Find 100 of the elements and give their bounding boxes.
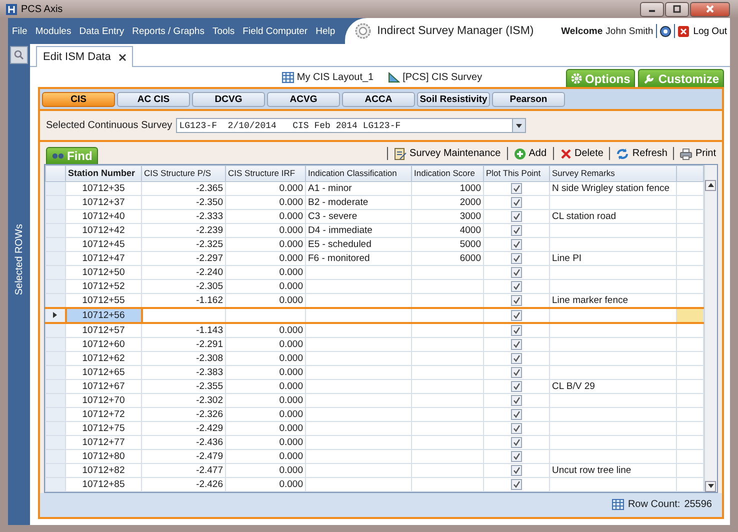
maximize-icon — [673, 5, 681, 13]
checkbox[interactable] — [511, 324, 522, 336]
survey-tab[interactable]: ACCA — [342, 92, 415, 106]
table-cell: 10712+50 — [66, 265, 142, 280]
checkbox[interactable] — [511, 294, 522, 306]
table-cell: 6000 — [412, 251, 484, 266]
survey-dropdown[interactable]: LG123-F 2/10/2014 CIS Feb 2014 LG123-F — [176, 118, 526, 133]
column-header[interactable]: Indication Classification — [306, 165, 412, 182]
checkbox[interactable] — [511, 224, 522, 236]
table-cell: -2.477 — [142, 463, 226, 478]
close-button[interactable] — [690, 2, 730, 16]
add-button[interactable]: Add — [512, 148, 549, 160]
checkbox[interactable] — [511, 280, 522, 292]
menu-item[interactable]: Help — [312, 26, 340, 36]
column-header[interactable]: CIS Structure P/S — [142, 165, 226, 182]
print-button[interactable]: Print — [678, 148, 718, 160]
menu-item[interactable]: File — [8, 26, 32, 36]
table-cell: 10712+82 — [66, 463, 142, 478]
table-cell: -2.383 — [142, 365, 226, 380]
checkbox[interactable] — [511, 352, 522, 364]
checkbox[interactable] — [511, 238, 522, 250]
checkbox[interactable] — [511, 182, 522, 194]
binoculars-icon — [52, 152, 64, 160]
logout-button[interactable]: Log Out — [678, 26, 727, 36]
survey-tab[interactable]: DCVG — [192, 92, 265, 106]
maximize-button[interactable] — [665, 2, 689, 16]
checkbox[interactable] — [511, 408, 522, 420]
delete-button[interactable]: Delete — [558, 148, 606, 160]
table-cell: -2.426 — [142, 477, 226, 492]
table-cell: -2.291 — [142, 337, 226, 352]
table-cell: B2 - moderate — [306, 195, 412, 210]
column-header[interactable]: Plot This Point — [484, 165, 550, 182]
table-cell: 0.000 — [226, 209, 306, 224]
table-cell: 0.000 — [226, 237, 306, 252]
document-tab[interactable]: Edit ISM Data — [36, 46, 133, 67]
search-button[interactable] — [10, 46, 28, 64]
table-cell: 10712+40 — [66, 209, 142, 224]
checkbox[interactable] — [511, 436, 522, 448]
table-cell: A1 - minor — [306, 181, 412, 196]
table-cell: 4000 — [412, 223, 484, 238]
table-cell: Line PI — [550, 251, 676, 266]
checkbox[interactable] — [511, 366, 522, 378]
survey-tab[interactable]: ACVG — [267, 92, 340, 106]
checkbox[interactable] — [511, 310, 522, 321]
table-cell: 10712+35 — [66, 181, 142, 196]
table-cell: -1.143 — [142, 322, 226, 338]
checkbox[interactable] — [511, 394, 522, 406]
add-icon — [514, 148, 526, 160]
menu-item[interactable]: Reports / Graphs — [128, 26, 208, 36]
checkbox[interactable] — [511, 210, 522, 222]
checkbox[interactable] — [511, 464, 522, 476]
table-cell: C3 - severe — [306, 209, 412, 224]
table-cell: 0.000 — [226, 322, 306, 338]
table-cell: 0.000 — [226, 279, 306, 294]
table-cell: -2.429 — [142, 421, 226, 436]
clipboard-icon — [394, 147, 407, 160]
row-count-value: 25596 — [684, 499, 712, 510]
column-header[interactable]: CIS Structure IRF — [226, 165, 306, 182]
column-header[interactable]: Survey Remarks — [550, 165, 676, 182]
checkbox[interactable] — [511, 380, 522, 392]
close-icon[interactable] — [118, 54, 126, 60]
table-cell: 0.000 — [226, 365, 306, 380]
close-icon — [706, 5, 714, 13]
survey-tab[interactable]: AC CIS — [117, 92, 190, 106]
table-cell: 0.000 — [226, 477, 306, 492]
checkbox[interactable] — [511, 252, 522, 264]
table-cell: 0.000 — [226, 435, 306, 450]
layout-link[interactable]: My CIS Layout_1 — [296, 72, 374, 83]
table-cell: D4 - immediate — [306, 223, 412, 238]
survey-tab[interactable]: CIS — [42, 92, 115, 106]
survey-tab[interactable]: Pearson — [492, 92, 565, 106]
scroll-down-button[interactable] — [705, 480, 716, 492]
gear-icon — [570, 73, 582, 84]
layout-link[interactable]: [PCS] CIS Survey — [402, 72, 482, 83]
checkbox[interactable] — [511, 422, 522, 434]
table-cell: 10712+45 — [66, 237, 142, 252]
column-header[interactable]: Indication Score — [412, 165, 484, 182]
menu-item[interactable]: Tools — [208, 26, 239, 36]
table-cell: 10712+65 — [66, 365, 142, 380]
refresh-button[interactable]: Refresh — [614, 148, 670, 160]
menu-item[interactable]: Modules — [31, 26, 76, 36]
scroll-up-button[interactable] — [705, 180, 716, 191]
table-cell: 10712+52 — [66, 279, 142, 294]
minimize-button[interactable] — [640, 2, 664, 16]
checkbox[interactable] — [511, 478, 522, 490]
survey-tab[interactable]: Soil Resistivity — [417, 92, 490, 106]
app-title: Indirect Survey Manager (ISM) — [377, 25, 534, 37]
maintenance-button[interactable]: Survey Maintenance — [392, 147, 503, 160]
menu-item[interactable]: Field Computer — [238, 26, 312, 36]
search-icon — [14, 50, 24, 60]
checkbox[interactable] — [511, 196, 522, 208]
sidebar-label[interactable]: Selected ROWs — [14, 224, 24, 296]
checkbox[interactable] — [511, 266, 522, 278]
checkbox[interactable] — [511, 450, 522, 462]
table-cell: 10712+67 — [66, 379, 142, 394]
column-header[interactable]: Station Number — [66, 165, 142, 182]
checkbox[interactable] — [511, 338, 522, 350]
table-cell: 0.000 — [226, 407, 306, 422]
menu-item[interactable]: Data Entry — [75, 26, 128, 36]
up-arrow-icon — [708, 183, 714, 188]
